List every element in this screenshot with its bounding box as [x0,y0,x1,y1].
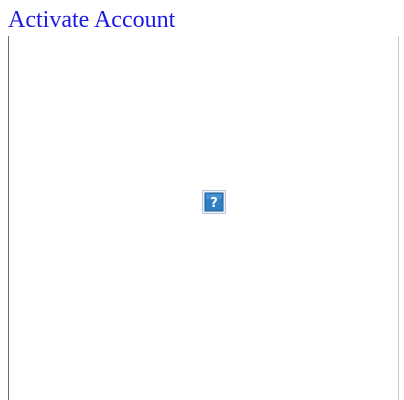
svg-text:?: ? [210,196,218,211]
broken-image-question-icon: ? [202,190,226,214]
content-frame: ? [8,36,399,400]
page: Activate Account ? [0,0,404,400]
activate-account-link[interactable]: Activate Account [8,6,175,34]
